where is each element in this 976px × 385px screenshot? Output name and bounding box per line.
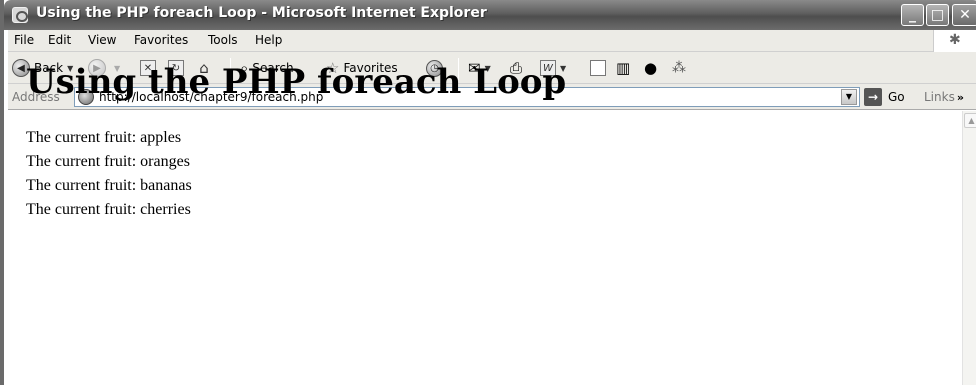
windows-flag-icon: ✱ [949,32,961,48]
list-item: The current fruit: bananas [26,177,192,194]
menu-tools[interactable]: Tools [208,33,238,47]
title-bar[interactable]: Using the PHP foreach Loop - Microsoft I… [4,0,976,30]
messenger-button[interactable]: ● [644,57,657,79]
discuss-button[interactable] [590,57,606,79]
chevron-right-icon: » [956,91,964,104]
menu-view[interactable]: View [88,33,116,47]
minimize-button[interactable]: _ [901,4,924,26]
menu-bar: File Edit View Favorites Tools Help ✱ [8,30,976,52]
links-button[interactable]: Links» [924,90,964,104]
close-button[interactable]: ✕ [952,4,976,26]
fruit-list: The current fruit: apples The current fr… [26,126,192,222]
discuss-icon [590,60,606,76]
research-button[interactable]: ▥ [616,57,630,79]
buddies-icon: ⁂ [672,60,686,76]
menu-edit[interactable]: Edit [48,33,71,47]
go-label: Go [888,90,905,104]
messenger-icon: ● [644,59,658,77]
page-title: Using the PHP foreach Loop [26,62,567,102]
address-dropdown-icon[interactable]: ▼ [841,89,857,105]
window-title: Using the PHP foreach Loop - Microsoft I… [36,5,487,21]
go-button[interactable]: → Go [864,88,905,106]
ie-logo-icon[interactable] [12,7,28,23]
list-item: The current fruit: oranges [26,153,190,170]
buddies-button[interactable]: ⁂ [672,57,686,79]
list-item: The current fruit: cherries [26,201,191,218]
maximize-button[interactable]: □ [926,4,949,26]
go-arrow-icon: → [864,88,882,106]
windows-flag-logo: ✱ [933,30,976,52]
links-label: Links [924,90,955,104]
list-item: The current fruit: apples [26,129,182,146]
browser-window: Using the PHP foreach Loop - Microsoft I… [0,0,976,385]
scroll-up-icon[interactable]: ▲ [964,113,976,128]
menu-favorites[interactable]: Favorites [134,33,188,47]
menu-help[interactable]: Help [255,33,282,47]
vertical-scrollbar[interactable]: ▲ [962,111,976,385]
research-icon: ▥ [616,59,631,77]
menu-file[interactable]: File [14,33,34,47]
